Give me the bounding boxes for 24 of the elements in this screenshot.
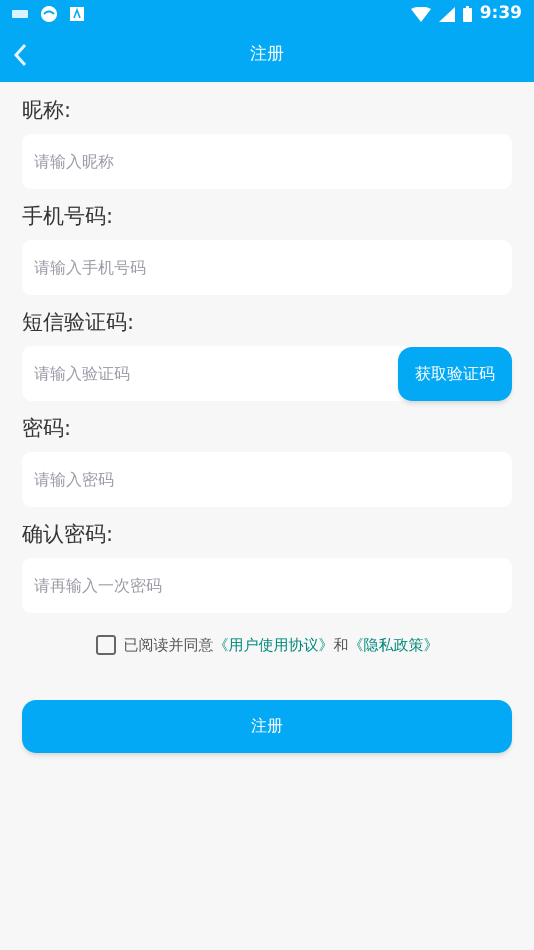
code-input-field[interactable]: 请输入验证码 获取验证码: [22, 346, 512, 401]
field-label: 昵称:: [22, 97, 72, 124]
field-label: 手机号码:: [22, 203, 114, 230]
back-icon: [13, 43, 27, 67]
get-code-button[interactable]: 获取验证码: [398, 346, 512, 400]
field-label: 短信验证码:: [22, 309, 136, 336]
battery-icon: [462, 6, 472, 22]
register-button[interactable]: 注册: [22, 700, 512, 752]
input-field[interactable]: 请输入密码: [22, 452, 512, 507]
page-title: 注册: [250, 43, 284, 66]
globe-icon: [40, 5, 58, 23]
privacy-policy-link[interactable]: 《隐私政策》: [348, 636, 438, 654]
keyboard-icon: [12, 9, 28, 19]
input-field[interactable]: 请输入手机号码: [22, 240, 512, 295]
user-agreement-link[interactable]: 《用户使用协议》: [214, 636, 334, 654]
agreement-text: 已阅读并同意《用户使用协议》和《隐私政策》: [124, 635, 438, 656]
field-label: 密码:: [22, 415, 72, 442]
input-field[interactable]: 请再输入一次密码: [22, 558, 512, 613]
status-time: 9:39: [480, 2, 522, 26]
field-label: 确认密码:: [22, 521, 114, 548]
signal-icon: [438, 6, 455, 22]
wifi-icon: [410, 6, 431, 22]
input-field[interactable]: 请输入昵称: [22, 134, 512, 189]
agreement-checkbox[interactable]: [96, 635, 116, 656]
